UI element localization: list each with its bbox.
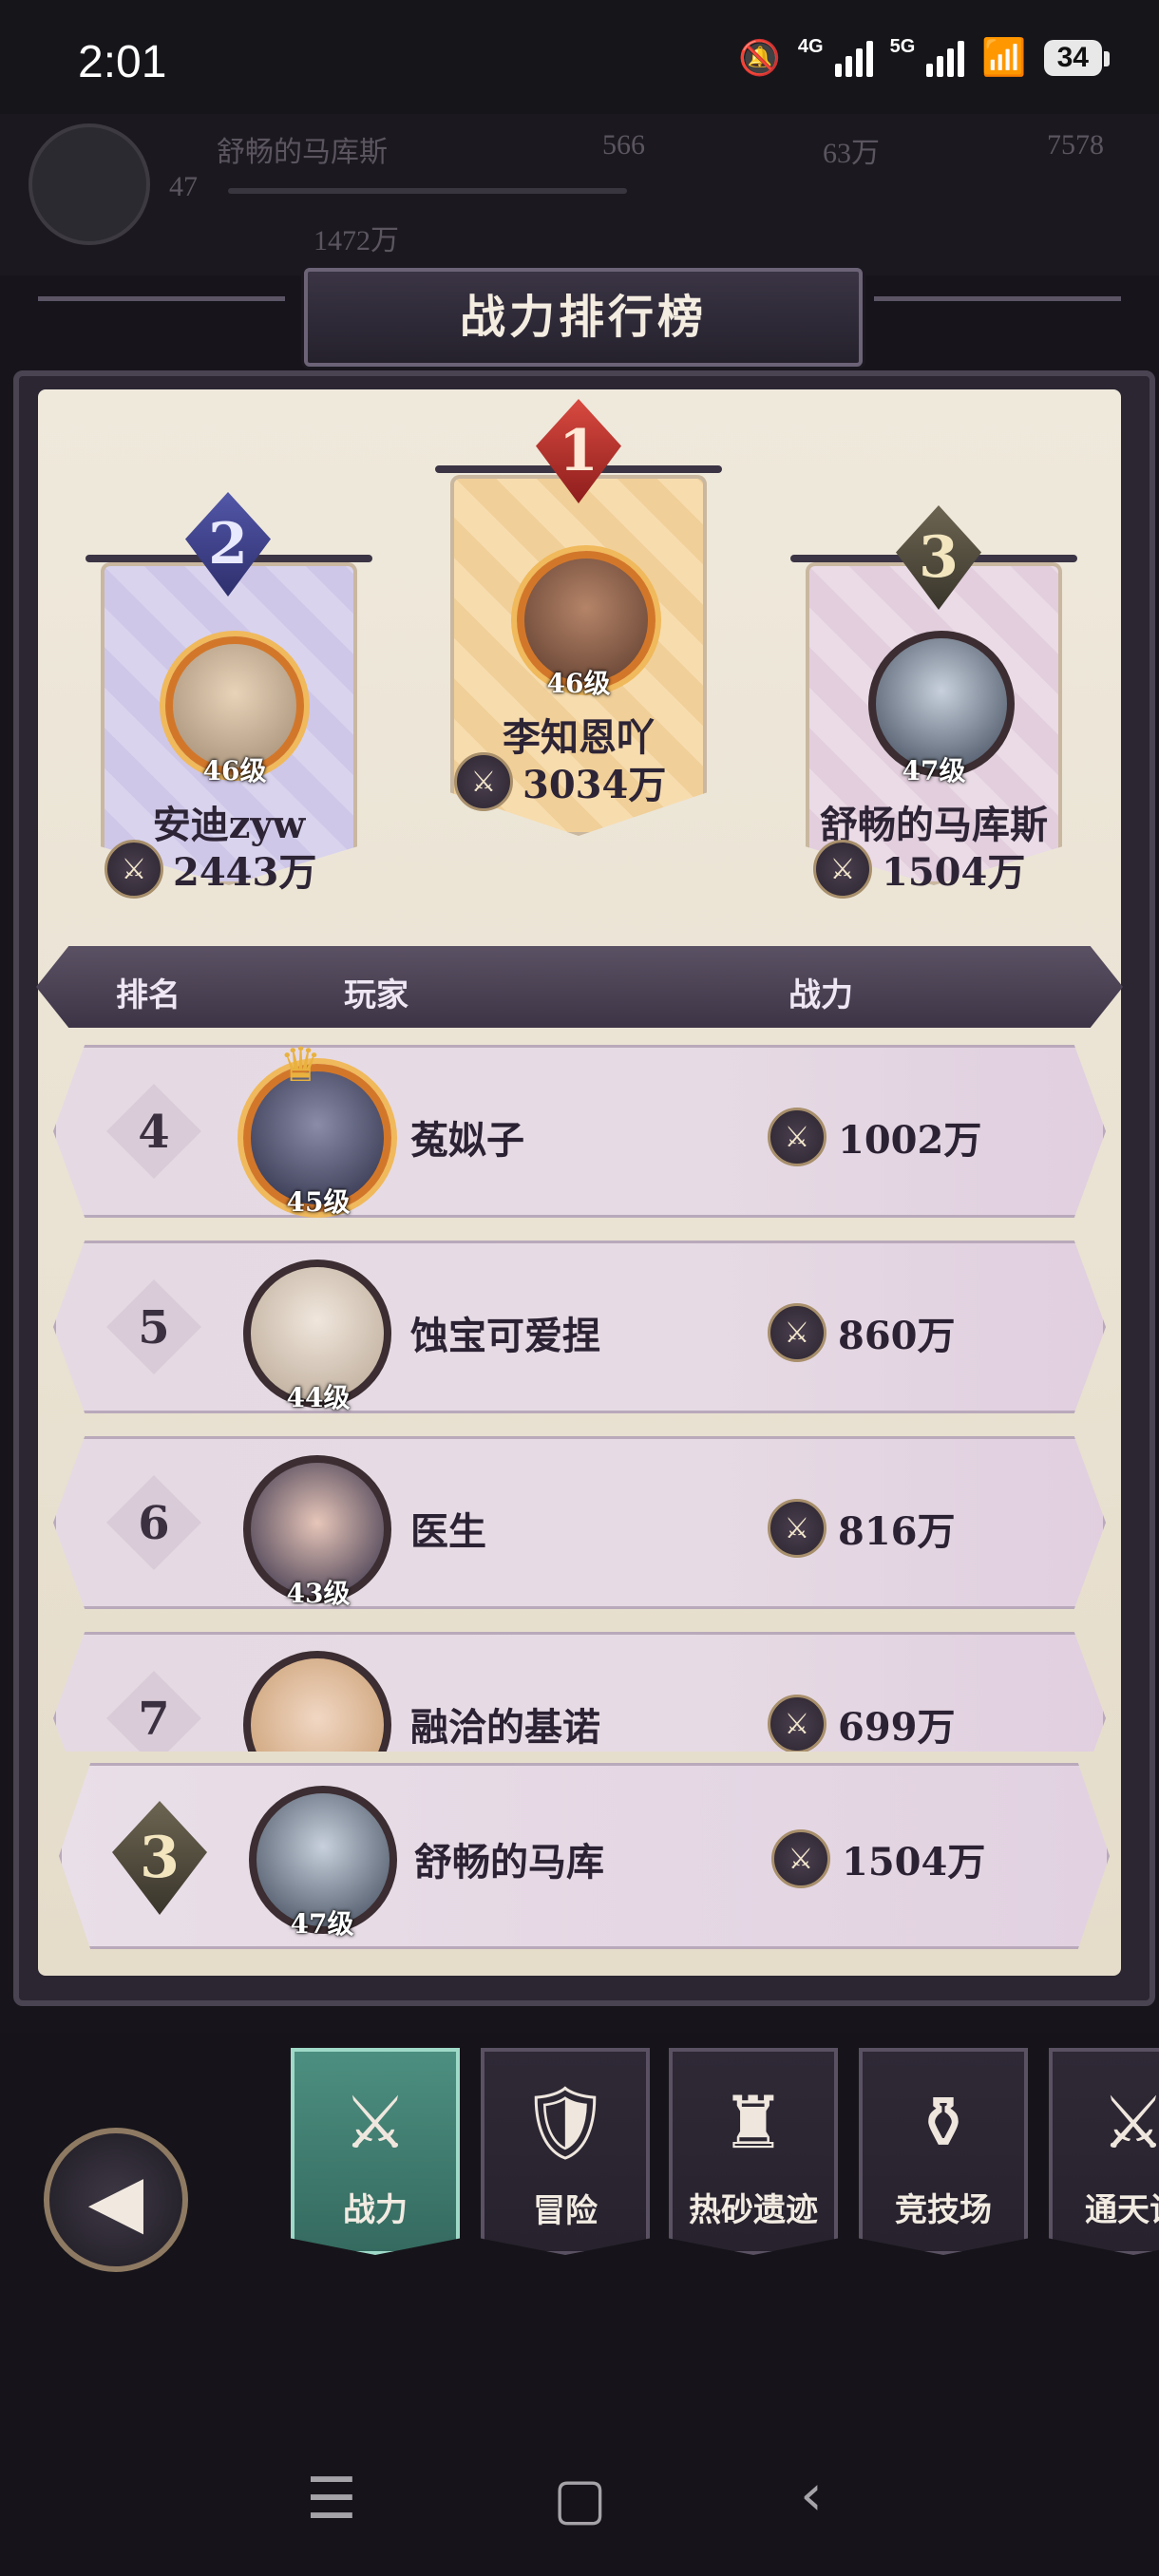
nav-menu-button[interactable]: ☰ <box>306 2466 357 2532</box>
row-rank: 7 <box>138 1693 170 1746</box>
crown-icon: ♛ <box>279 1037 322 1092</box>
row-power: ⚔ 860万 <box>768 1303 956 1362</box>
power-icon: ⚔ <box>104 840 163 899</box>
back-button[interactable]: ◀ <box>44 2128 188 2272</box>
sword-pedestal-icon: ⚱ <box>913 2080 974 2165</box>
row-power-value: 1002万 <box>838 1118 982 1163</box>
row-rank: 4 <box>138 1106 170 1159</box>
row-power-value: 860万 <box>838 1314 956 1358</box>
power-icon: ⚔ <box>771 1829 830 1888</box>
my-power: ⚔ 1504万 <box>771 1829 985 1888</box>
podium-2-power: ⚔ 2443万 <box>104 840 316 899</box>
nav-home-button[interactable]: ▢ <box>553 2466 607 2532</box>
column-power-header: 战力 <box>788 976 853 1014</box>
my-player-name: 舒畅的马库 <box>414 1840 604 1885</box>
signal-5g-icon <box>926 39 965 77</box>
status-time: 2:01 <box>78 37 167 87</box>
background-progress-bar <box>228 188 627 194</box>
signal-4g-icon <box>834 39 873 77</box>
status-icons: 🔕 4G 5G 📶 34 <box>738 36 1111 79</box>
row-level: 43级 <box>286 1578 351 1609</box>
column-rank-header: 排名 <box>116 976 180 1014</box>
tab-power[interactable]: ⚔ 战力 <box>291 2048 460 2255</box>
my-level: 47级 <box>290 1908 354 1940</box>
crossed-swords-icon: ⚔ <box>342 2080 408 2165</box>
tab-adventure[interactable]: 🛡 冒险 <box>481 2048 650 2255</box>
row-rank: 6 <box>138 1497 170 1550</box>
network-4g-label: 4G <box>797 36 824 57</box>
title-wing-left <box>38 296 285 349</box>
tab-power-label: 战力 <box>343 2191 408 2229</box>
page-title: 战力排行榜 <box>459 291 707 344</box>
row-level: 45级 <box>286 1186 351 1218</box>
podium-3-power: ⚔ 1504万 <box>813 840 1025 899</box>
battery-icon: 34 <box>1043 39 1111 76</box>
power-icon: ⚔ <box>768 1108 826 1166</box>
row-7-clip: 7 融洽的基诺 ⚔ 699万 <box>0 1632 1159 1752</box>
blades-icon: ⚔ <box>1100 2080 1159 2165</box>
nav-back-button[interactable]: ‹ <box>800 2462 823 2529</box>
ranking-table-header <box>36 946 1123 1028</box>
background-res1: 566 <box>602 129 645 161</box>
row-power: ⚔ 1002万 <box>768 1108 981 1166</box>
network-5g-label: 5G <box>889 36 916 57</box>
row-player-name: 菟姒子 <box>410 1118 524 1163</box>
tab-sky-tower-label: 通天试 <box>1085 2191 1159 2229</box>
podium-1-power: ⚔ 3034万 <box>454 752 666 811</box>
power-icon: ⚔ <box>454 752 513 811</box>
tab-arena[interactable]: ⚱ 竞技场 <box>859 2048 1028 2255</box>
background-player-name: 舒畅的马库斯 <box>217 137 388 168</box>
row-rank: 5 <box>138 1301 170 1354</box>
background-level: 47 <box>169 171 198 202</box>
podium-1-level: 46级 <box>546 668 611 699</box>
power-icon: ⚔ <box>768 1695 826 1752</box>
my-power-value: 1504万 <box>842 1840 986 1885</box>
podium-3-power-value: 1504万 <box>882 850 1026 895</box>
tab-desert-ruins[interactable]: ♜ 热砂遗迹 <box>669 2048 838 2255</box>
ranking-title-plate: 战力排行榜 <box>304 268 863 367</box>
tab-arena-label: 竞技场 <box>895 2191 992 2229</box>
wifi-icon: 📶 <box>981 36 1027 78</box>
podium-2-power-value: 2443万 <box>173 850 317 895</box>
background-res2: 63万 <box>823 138 880 169</box>
tower-icon: ♜ <box>720 2080 787 2165</box>
row-level: 44级 <box>286 1382 351 1413</box>
podium-3-level: 47级 <box>902 755 966 786</box>
background-res3: 7578 <box>1047 129 1104 161</box>
row-power-value: 816万 <box>838 1509 956 1554</box>
background-avatar <box>28 123 150 245</box>
power-icon: ⚔ <box>813 840 872 899</box>
tab-desert-ruins-label: 热砂遗迹 <box>689 2191 818 2229</box>
power-icon: ⚔ <box>768 1499 826 1558</box>
podium-1-power-value: 3034万 <box>522 763 667 807</box>
tab-sky-tower[interactable]: ⚔ 通天试 <box>1049 2048 1159 2255</box>
column-player-header: 玩家 <box>344 976 408 1014</box>
title-wing-right <box>874 296 1121 349</box>
back-arrow-icon: ◀ <box>87 2157 144 2243</box>
row-power: ⚔ 816万 <box>768 1499 956 1558</box>
row-power-value: 699万 <box>838 1705 956 1750</box>
row-player-name: 蚀宝可爱捏 <box>410 1314 600 1358</box>
tab-adventure-label: 冒险 <box>533 2192 598 2230</box>
row-power: ⚔ 699万 <box>768 1695 956 1752</box>
shield-sword-icon: 🛡 <box>519 2080 612 2165</box>
row-player-name: 医生 <box>410 1509 486 1554</box>
power-icon: ⚔ <box>768 1303 826 1362</box>
podium-2-level: 46级 <box>202 755 267 786</box>
row-player-name: 融洽的基诺 <box>410 1705 600 1750</box>
mute-bell-icon: 🔕 <box>738 38 781 78</box>
tab-tower-clip: ⚔ 通天试 <box>1045 2042 1159 2261</box>
background-power: 1472万 <box>314 225 399 256</box>
